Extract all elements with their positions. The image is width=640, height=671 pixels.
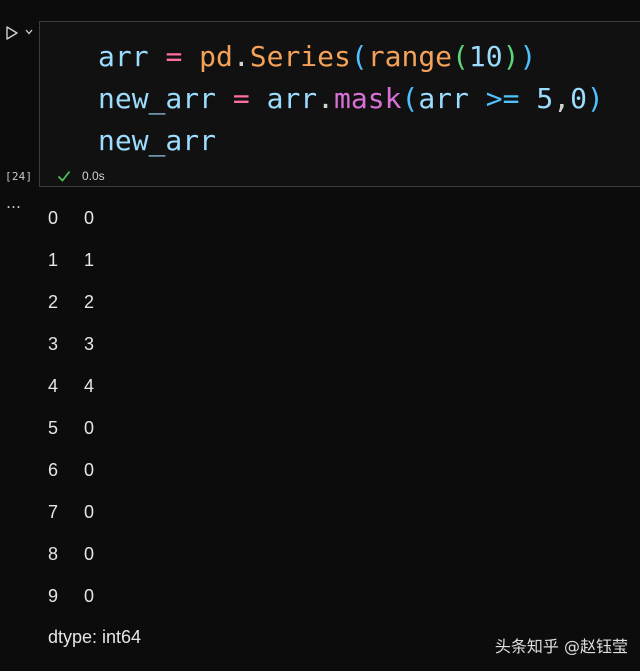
output-row: 70 [48, 502, 94, 523]
output-row-value: 1 [84, 250, 95, 270]
dtype-label: dtype: int64 [48, 627, 142, 647]
output-row: 00 [48, 208, 94, 229]
output-row-value: 0 [84, 502, 95, 522]
output-row-index: 3 [48, 334, 59, 354]
check-icon [57, 171, 71, 182]
execution-time: 0.0s [82, 169, 105, 183]
output-row-index: 6 [48, 460, 59, 480]
watermark: 头条知乎 @赵钰莹 [494, 637, 628, 656]
output-row-index: 5 [48, 418, 59, 438]
output-row: 11 [48, 250, 94, 271]
output-row: 50 [48, 418, 94, 439]
execution-count: [24] [5, 170, 33, 183]
output-row: 44 [48, 376, 94, 397]
output-row-index: 2 [48, 292, 59, 312]
code-cell[interactable]: arr = pd.Series(range(10)) new_arr = arr.… [39, 21, 640, 187]
output-row: 60 [48, 460, 94, 481]
play-icon[interactable] [4, 25, 20, 41]
output-row-index: 4 [48, 376, 59, 396]
output-row: 33 [48, 334, 94, 355]
output-menu-icon[interactable]: … [6, 194, 22, 212]
output-row-value: 0 [84, 208, 95, 228]
output-row-index: 8 [48, 544, 59, 564]
output-row-value: 2 [84, 292, 95, 312]
output-row-value: 0 [84, 418, 95, 438]
code-line: new_arr [98, 124, 217, 157]
output-row-value: 0 [84, 460, 95, 480]
output-row: 80 [48, 544, 94, 565]
chevron-down-icon[interactable] [24, 27, 34, 37]
output-row-index: 7 [48, 502, 59, 522]
output-row-index: 0 [48, 208, 59, 228]
code-line: new_arr = arr.mask(arr >= 5,0) [98, 82, 604, 115]
output-row-index: 1 [48, 250, 59, 270]
output-row: 22 [48, 292, 94, 313]
output-row-value: 3 [84, 334, 95, 354]
cell-status: 0.0s [56, 168, 105, 184]
code-editor[interactable]: arr = pd.Series(range(10)) new_arr = arr.… [98, 36, 604, 162]
code-line: arr = pd.Series(range(10)) [98, 40, 537, 73]
notebook-page: [24] … arr = pd.Series(range(10)) new_arr… [0, 0, 640, 671]
output-row-value: 0 [84, 586, 95, 606]
output-row-value: 4 [84, 376, 95, 396]
output-row-value: 0 [84, 544, 95, 564]
output-row-index: 9 [48, 586, 59, 606]
output-row: 90 [48, 586, 94, 607]
